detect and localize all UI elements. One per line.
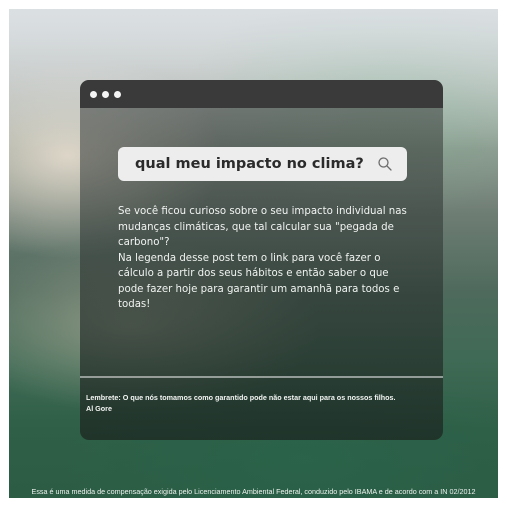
footer-quote-block: Lembrete: O que nós tomamos como garanti… [86,392,438,414]
search-icon[interactable] [377,156,393,172]
window-dot-maximize[interactable] [114,90,121,98]
browser-window: qual meu impacto no clima? Se você ficou… [80,80,443,440]
footer-author: Al Gore [86,404,112,413]
legal-caption: Essa é uma medida de compensação exigida… [31,487,476,496]
footer-quote: Lembrete: O que nós tomamos como garanti… [86,393,396,402]
body-paragraph-1: Se você ficou curioso sobre o seu impact… [118,206,407,248]
body-paragraph-2: Na legenda desse post tem o link para vo… [118,252,400,311]
search-bar[interactable]: qual meu impacto no clima? [118,147,407,181]
body-text: Se você ficou curioso sobre o seu impact… [118,204,408,313]
search-query[interactable]: qual meu impacto no clima? [135,156,364,172]
window-dot-minimize[interactable] [102,90,109,98]
window-titlebar [80,80,443,108]
window-dot-close[interactable] [90,90,97,98]
divider [80,376,443,378]
